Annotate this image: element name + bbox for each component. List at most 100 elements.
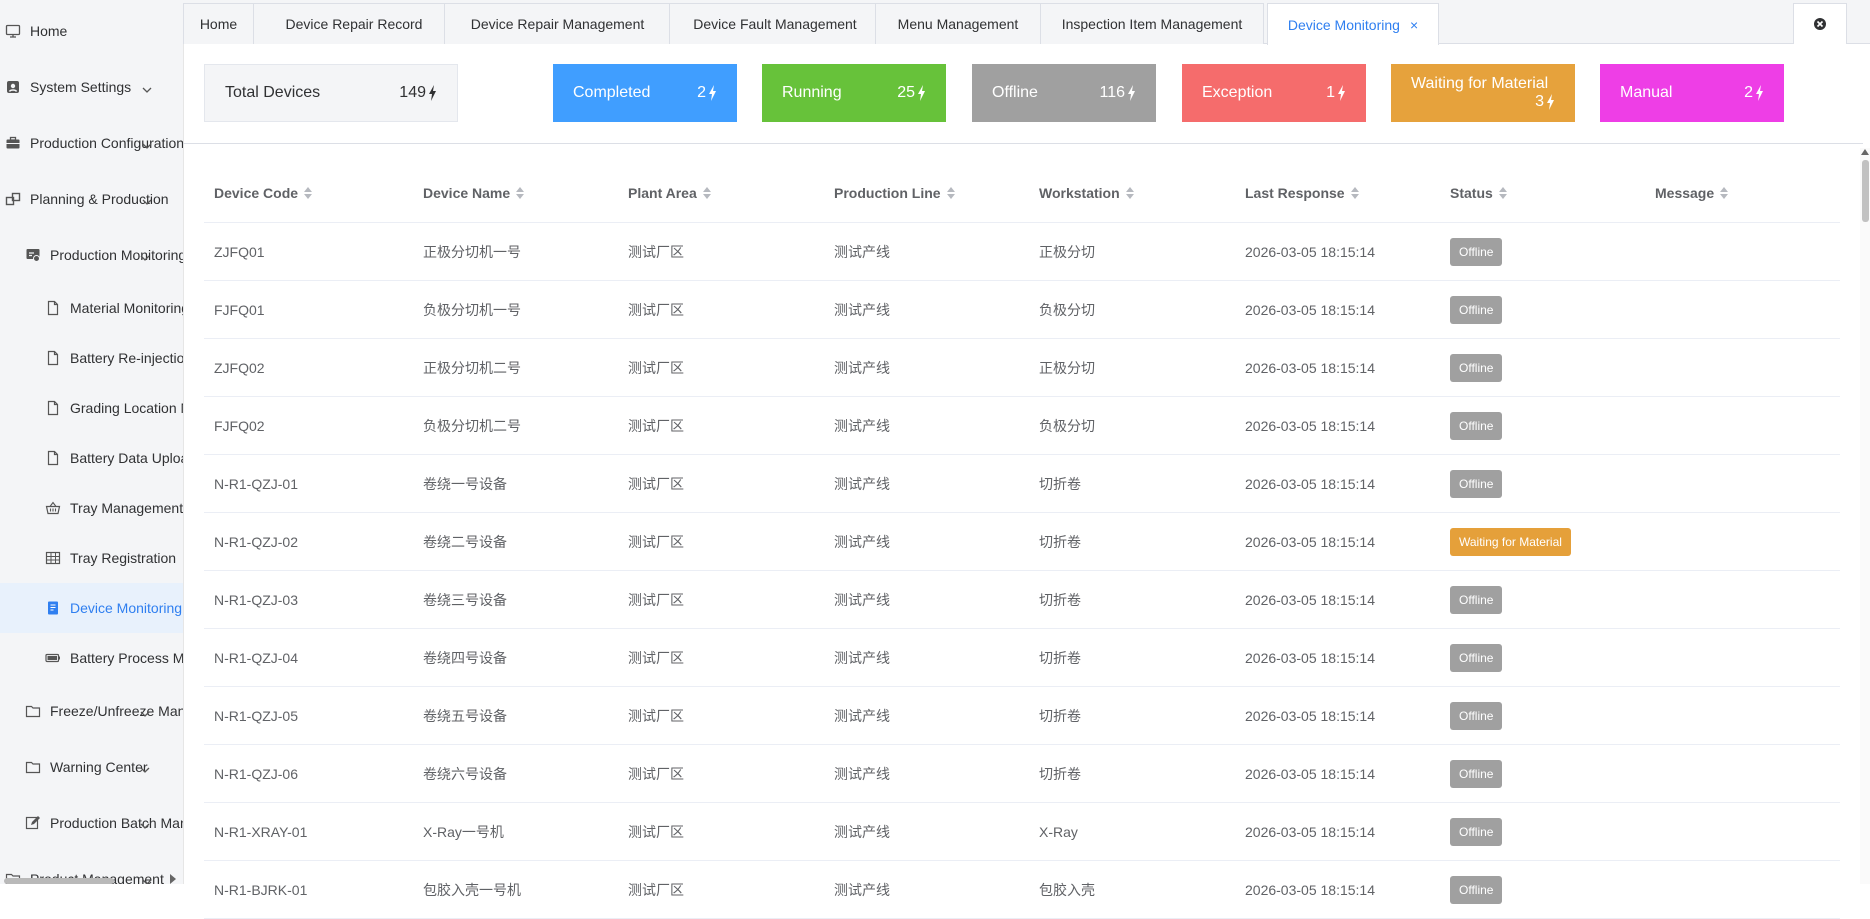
scroll-up-arrow-icon[interactable] [1861, 149, 1869, 155]
stat-value-wrap: 149 [399, 84, 437, 102]
column-header-status[interactable]: Status [1450, 164, 1507, 222]
status-badge: Offline [1450, 469, 1503, 498]
table-row[interactable]: FJFQ02 负极分切机二号 测试厂区 测试产线 负极分切 2026-03-05 18:1… [204, 397, 1840, 455]
sort-icon[interactable] [304, 187, 313, 199]
stat-running[interactable]: Running 25 [762, 64, 946, 122]
column-header-message[interactable]: Message [1655, 164, 1729, 222]
table-row[interactable]: N-R1-QZJ-06 卷绕六号设备 测试厂区 测试产线 切折卷 2026-03-05 1… [204, 745, 1840, 803]
sort-icon[interactable] [702, 187, 711, 199]
cell-production-line: 测试产线 [834, 359, 890, 376]
sort-icon[interactable] [1350, 187, 1359, 199]
sidebar-item-tray-management[interactable]: Tray Management [0, 483, 183, 533]
tab-home[interactable]: Home [183, 3, 254, 44]
table-row[interactable]: ZJFQ02 正极分切机二号 测试厂区 测试产线 正极分切 2026-03-05 18:1… [204, 339, 1840, 397]
cell-status: Offline [1450, 803, 1503, 860]
cell-workstation: 切折卷 [1039, 707, 1081, 724]
sidebar-item-battery-process-m[interactable]: Battery Process M [0, 633, 183, 683]
sidebar-item-warning-center[interactable]: Warning Center [0, 742, 183, 792]
stat-exception[interactable]: Exception 1 [1182, 64, 1366, 122]
stat-value: 2 [697, 84, 706, 101]
tab-device-monitoring[interactable]: Device Monitoring × [1267, 3, 1439, 45]
cell-production-line: 测试产线 [834, 649, 890, 666]
tab-menu-management[interactable]: Menu Management [875, 3, 1041, 44]
sidebar-item-freeze-unfreeze-man[interactable]: Freeze/Unfreeze Man [0, 686, 183, 736]
column-header-label: Last Response [1245, 185, 1345, 201]
sidebar-item-planning-production[interactable]: Planning & Production [0, 174, 183, 224]
cell-device-name: 卷绕三号设备 [423, 591, 507, 608]
column-header-workstation[interactable]: Workstation [1039, 164, 1134, 222]
stat-manual[interactable]: Manual 2 [1600, 64, 1784, 122]
table-row[interactable]: N-R1-QZJ-04 卷绕四号设备 测试厂区 测试产线 切折卷 2026-03-05 1… [204, 629, 1840, 687]
sidebar-item-production-monitoring[interactable]: Production Monitoring [0, 230, 183, 280]
column-header-device-name[interactable]: Device Name [423, 164, 525, 222]
tab-device-repair-management[interactable]: Device Repair Management [444, 3, 671, 44]
tab-inspection-item-management[interactable]: Inspection Item Management [1040, 3, 1264, 44]
table-row[interactable]: N-R1-XRAY-01 X-Ray一号机 测试厂区 测试产线 X-Ray 2026-03… [204, 803, 1840, 861]
cell-plant-area: 测试厂区 [628, 649, 684, 666]
table-row[interactable]: N-R1-BJRK-01 包胶入壳一号机 测试厂区 测试产线 包胶入壳 2026-03-0… [204, 861, 1840, 919]
cell-device-code: N-R1-QZJ-04 [214, 649, 299, 666]
sort-icon[interactable] [1125, 187, 1134, 199]
vertical-scrollbar-thumb[interactable] [1862, 160, 1869, 222]
stat-offline[interactable]: Offline 116 [972, 64, 1156, 122]
sidebar-item-grading-location-m[interactable]: Grading Location M [0, 383, 183, 433]
sidebar-item-label: Device Monitoring [70, 600, 183, 616]
stat-waiting-for-material[interactable]: Waiting for Material 3 [1391, 64, 1575, 122]
sort-icon[interactable] [1498, 187, 1507, 199]
close-circle-icon [1814, 18, 1826, 30]
table-row[interactable]: N-R1-QZJ-03 卷绕三号设备 测试厂区 测试产线 切折卷 2026-03-05 1… [204, 571, 1840, 629]
sidebar-item-battery-data-upload[interactable]: Battery Data Upload [0, 433, 183, 483]
bolt-icon [1547, 94, 1554, 110]
cell-workstation: 切折卷 [1039, 591, 1081, 608]
sidebar-item-battery-re-injection[interactable]: Battery Re-injection [0, 333, 183, 383]
table-row[interactable]: N-R1-QZJ-02 卷绕二号设备 测试厂区 测试产线 切折卷 2026-03-05 1… [204, 513, 1840, 571]
stat-value: 149 [399, 84, 426, 101]
sort-icon[interactable] [516, 187, 525, 199]
sidebar-item-system-settings[interactable]: System Settings [0, 62, 183, 112]
tab-label: Device Monitoring [1287, 16, 1400, 33]
sidebar-item-label: Material Monitoring [70, 300, 183, 316]
device-table: Device Code Device Name Plant Area Producti… [204, 164, 1840, 919]
cell-status: Offline [1450, 339, 1503, 396]
cell-device-name: 卷绕一号设备 [423, 475, 507, 492]
bolt-icon [1756, 85, 1763, 101]
column-header-device-code[interactable]: Device Code [214, 164, 313, 222]
tab-label: Device Repair Record [285, 16, 423, 32]
table-row[interactable]: FJFQ01 负极分切机一号 测试厂区 测试产线 负极分切 2026-03-05 18:1… [204, 281, 1840, 339]
stat-completed[interactable]: Completed 2 [553, 64, 737, 122]
sidebar-item-label: Production Configuration [30, 135, 183, 151]
cell-device-name: 卷绕四号设备 [423, 649, 507, 666]
sidebar-item-home[interactable]: Home [0, 6, 183, 56]
sidebar-item-device-monitoring[interactable]: Device Monitoring [0, 583, 183, 633]
scroll-right-arrow-icon[interactable] [170, 874, 176, 884]
sidebar-item-label: Battery Re-injection [70, 350, 183, 366]
tab-device-repair-record[interactable]: Device Repair Record [253, 3, 455, 44]
table-row[interactable]: N-R1-QZJ-05 卷绕五号设备 测试厂区 测试产线 切折卷 2026-03-05 1… [204, 687, 1840, 745]
vertical-scrollbar-track[interactable] [1860, 148, 1870, 884]
sidebar-item-label: Battery Process M [70, 650, 183, 666]
cell-last-response: 2026-03-05 18:15:14 [1245, 823, 1375, 840]
sidebar-horizontal-scrollbar[interactable] [4, 878, 114, 884]
column-header-production-line[interactable]: Production Line [834, 164, 955, 222]
cell-workstation: 负极分切 [1039, 417, 1095, 434]
cell-device-name: 负极分切机二号 [423, 417, 521, 434]
table-row[interactable]: ZJFQ01 正极分切机一号 测试厂区 测试产线 正极分切 2026-03-05 18:1… [204, 223, 1840, 281]
status-badge: Offline [1450, 237, 1503, 266]
cell-status: Offline [1450, 281, 1503, 338]
stat-value: 1 [1326, 84, 1335, 101]
column-header-plant-area[interactable]: Plant Area [628, 164, 711, 222]
sort-icon[interactable] [946, 187, 955, 199]
sidebar-item-material-monitoring[interactable]: Material Monitoring [0, 283, 183, 333]
sort-icon[interactable] [1720, 187, 1729, 199]
table-row[interactable]: N-R1-QZJ-01 卷绕一号设备 测试厂区 测试产线 切折卷 2026-03-05 1… [204, 455, 1840, 513]
cell-production-line: 测试产线 [834, 301, 890, 318]
column-header-label: Device Name [423, 185, 511, 201]
sidebar-item-production-batch-man[interactable]: Production Batch Man [0, 798, 183, 848]
column-header-last-response[interactable]: Last Response [1245, 164, 1359, 222]
close-all-tabs-button[interactable] [1793, 3, 1847, 44]
sidebar-item-production-configuration[interactable]: Production Configuration [0, 118, 183, 168]
tab-close-icon[interactable]: × [1410, 17, 1418, 33]
sidebar-item-tray-registration[interactable]: Tray Registration [0, 533, 183, 583]
tab-device-fault-management[interactable]: Device Fault Management [669, 3, 881, 44]
cell-device-code: ZJFQ01 [214, 243, 265, 260]
